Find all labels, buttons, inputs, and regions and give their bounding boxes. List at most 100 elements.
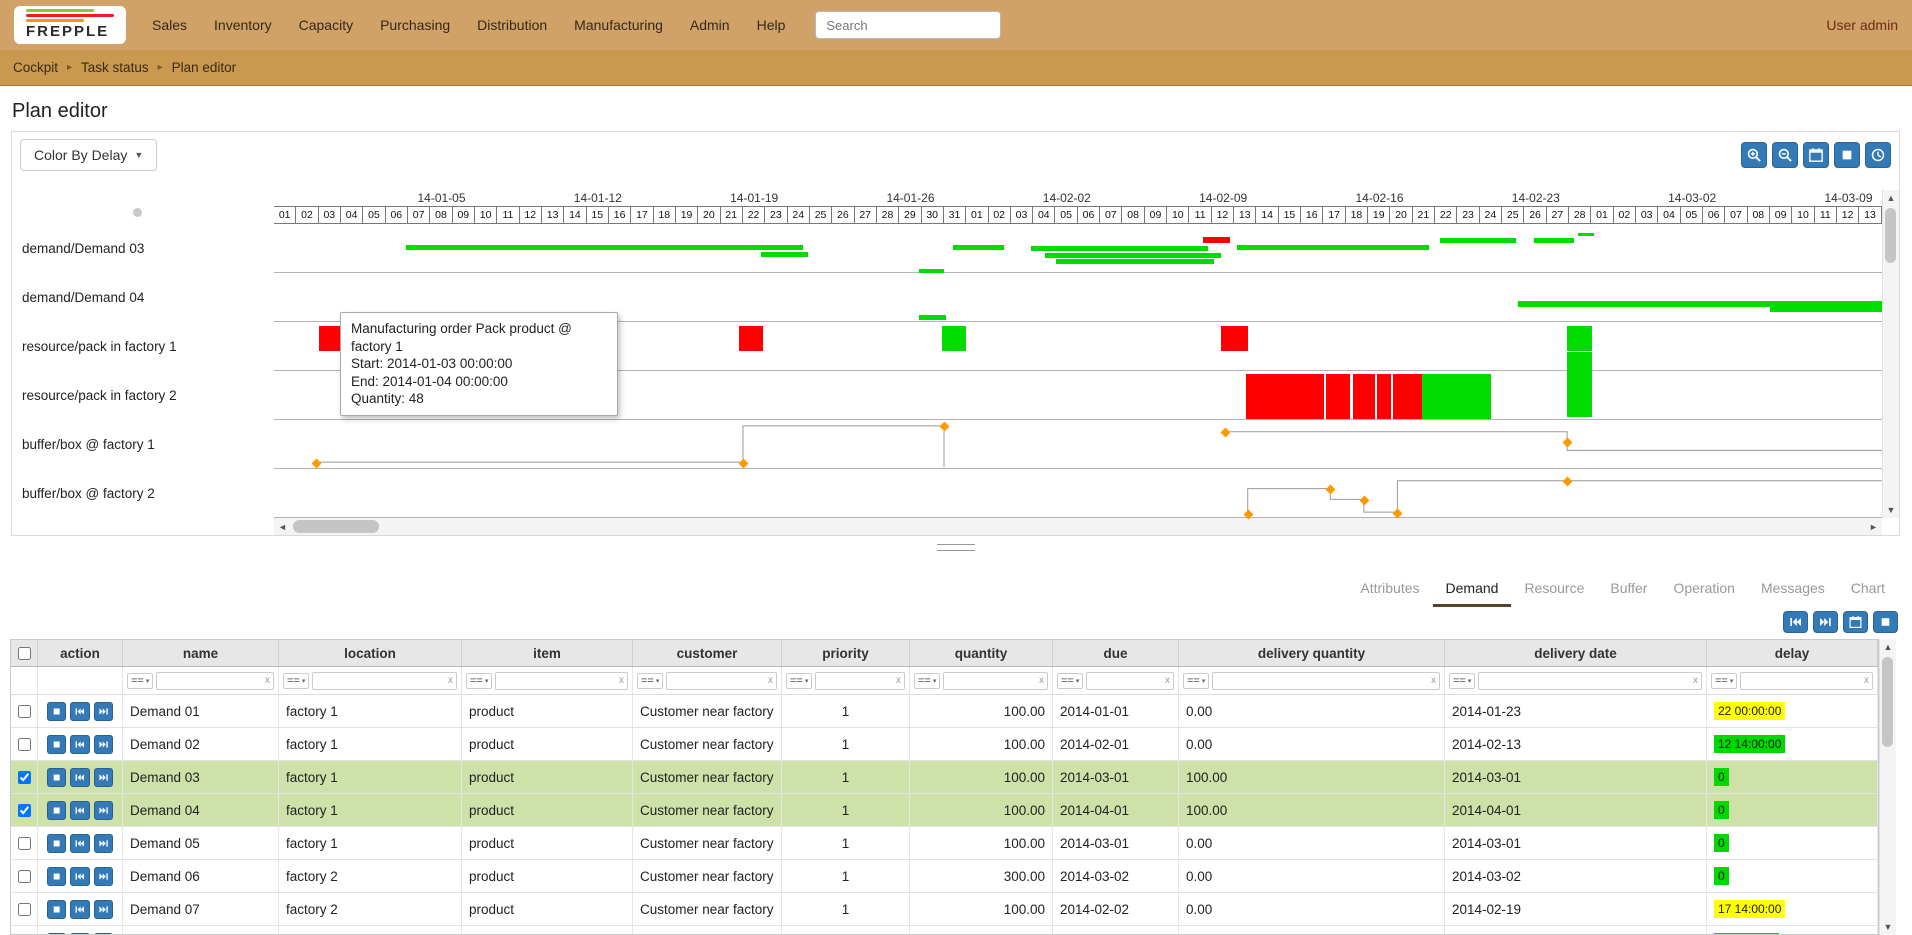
stop-button[interactable] (47, 768, 66, 787)
stop-button[interactable] (47, 801, 66, 820)
skip-to-start-button[interactable] (70, 834, 89, 853)
menu-item-purchasing[interactable]: Purchasing (380, 17, 450, 33)
stop-button[interactable] (1873, 611, 1898, 633)
table-row[interactable]: Demand 03factory 1productCustomer near f… (11, 761, 1878, 794)
filter-text-input[interactable] (1740, 672, 1873, 690)
tab-attributes[interactable]: Attributes (1347, 573, 1432, 607)
menu-item-capacity[interactable]: Capacity (299, 17, 353, 33)
filter-operator-dropdown[interactable]: ==▾ (127, 673, 153, 689)
menu-item-admin[interactable]: Admin (690, 17, 730, 33)
skip-to-start-button[interactable] (70, 735, 89, 754)
menu-item-help[interactable]: Help (757, 17, 786, 33)
filter-clear-icon[interactable]: x (1039, 674, 1044, 688)
color-by-dropdown[interactable]: Color By Delay ▼ (20, 139, 157, 171)
column-header-quantity[interactable]: quantity (910, 640, 1053, 666)
skip-to-end-button[interactable] (94, 768, 113, 787)
filter-clear-icon[interactable]: x (1431, 674, 1436, 688)
gantt-bar[interactable] (1567, 375, 1592, 417)
gantt-bar[interactable] (319, 326, 341, 351)
scrollbar-thumb[interactable] (293, 520, 379, 533)
scroll-down-icon[interactable]: ▼ (1887, 505, 1896, 515)
table-row[interactable]: Demand 06factory 2productCustomer near f… (11, 860, 1878, 893)
search-input[interactable] (815, 11, 1001, 39)
column-header-name[interactable]: name (123, 640, 279, 666)
filter-clear-icon[interactable]: x (1165, 674, 1170, 688)
filter-clear-icon[interactable]: x (448, 674, 453, 688)
gantt-bar[interactable] (406, 245, 804, 250)
menu-item-sales[interactable]: Sales (152, 17, 187, 33)
scroll-up-icon[interactable]: ▲ (1887, 193, 1896, 203)
tab-resource[interactable]: Resource (1511, 573, 1597, 607)
tab-buffer[interactable]: Buffer (1597, 573, 1660, 607)
column-header-delay[interactable]: delay (1707, 640, 1878, 666)
column-header-deliverydate[interactable]: delivery date (1445, 640, 1707, 666)
gantt-bar[interactable] (1045, 253, 1221, 258)
filter-operator-dropdown[interactable]: ==▾ (1057, 673, 1083, 689)
filter-operator-dropdown[interactable]: ==▾ (283, 673, 309, 689)
frepple-logo[interactable]: FREPPLE (14, 6, 126, 44)
menu-item-manufacturing[interactable]: Manufacturing (574, 17, 663, 33)
column-header-check[interactable] (11, 640, 38, 666)
filter-text-input[interactable] (495, 672, 628, 690)
gantt-bar[interactable] (953, 245, 1004, 250)
row-checkbox[interactable] (18, 804, 31, 817)
filter-operator-dropdown[interactable]: ==▾ (1183, 673, 1209, 689)
column-header-deliveryquantity[interactable]: delivery quantity (1179, 640, 1445, 666)
tab-demand[interactable]: Demand (1433, 573, 1512, 607)
filter-text-input[interactable] (312, 672, 457, 690)
stop-button[interactable] (47, 900, 66, 919)
filter-operator-dropdown[interactable]: ==▾ (466, 673, 492, 689)
filter-text-input[interactable] (156, 672, 274, 690)
gantt-bar[interactable] (1393, 374, 1422, 419)
filter-operator-dropdown[interactable]: ==▾ (914, 673, 940, 689)
tab-chart[interactable]: Chart (1838, 573, 1898, 607)
gantt-bar[interactable] (1246, 374, 1324, 419)
gantt-bar[interactable] (1770, 306, 1882, 312)
stop-button[interactable] (47, 867, 66, 886)
scroll-right-icon[interactable]: ► (1865, 522, 1882, 532)
table-row[interactable]: Demand 07factory 2productCustomer near f… (11, 893, 1878, 926)
skip-to-end-button[interactable] (94, 834, 113, 853)
filter-operator-dropdown[interactable]: ==▾ (1449, 673, 1475, 689)
gantt-bar[interactable] (1203, 237, 1230, 243)
skip-to-end-button[interactable] (94, 867, 113, 886)
gantt-bar[interactable] (1221, 326, 1248, 351)
filter-clear-icon[interactable]: x (619, 674, 624, 688)
column-header-action[interactable]: action (38, 640, 123, 666)
gantt-bar[interactable] (761, 252, 808, 257)
gantt-bar[interactable] (739, 326, 764, 351)
gantt-bar[interactable] (942, 326, 967, 351)
column-header-location[interactable]: location (279, 640, 462, 666)
row-checkbox[interactable] (18, 837, 31, 850)
scrollbar-thumb[interactable] (1882, 657, 1893, 747)
gantt-horizontal-scrollbar[interactable]: ◄ ► (274, 518, 1882, 535)
gantt-bar[interactable] (1567, 326, 1592, 351)
gantt-bar[interactable] (1377, 374, 1390, 419)
gantt-bar[interactable] (1031, 246, 1207, 251)
skip-to-start-button[interactable] (70, 867, 89, 886)
gantt-bar[interactable] (1056, 259, 1215, 264)
skip-to-start-button[interactable] (70, 900, 89, 919)
skip-to-end-button[interactable] (94, 702, 113, 721)
filter-text-input[interactable] (666, 672, 777, 690)
row-checkbox[interactable] (18, 771, 31, 784)
filter-operator-dropdown[interactable]: ==▾ (1711, 673, 1737, 689)
filter-clear-icon[interactable]: x (896, 674, 901, 688)
filter-operator-dropdown[interactable]: ==▾ (786, 673, 812, 689)
gantt-bar[interactable] (919, 315, 946, 320)
skip-to-end-button[interactable] (1813, 611, 1838, 633)
skip-to-end-button[interactable] (94, 900, 113, 919)
stop-button[interactable] (47, 834, 66, 853)
select-all-checkbox[interactable] (18, 647, 31, 660)
menu-item-distribution[interactable]: Distribution (477, 17, 547, 33)
gantt-bar[interactable] (1237, 245, 1429, 250)
stop-button[interactable] (47, 735, 66, 754)
calendar-button[interactable] (1843, 611, 1868, 633)
tab-operation[interactable]: Operation (1660, 573, 1747, 607)
clock-button[interactable] (1865, 142, 1891, 168)
menu-item-inventory[interactable]: Inventory (214, 17, 272, 33)
filter-text-input[interactable] (1086, 672, 1174, 690)
table-row[interactable]: Demand 04factory 1productCustomer near f… (11, 794, 1878, 827)
breadcrumb-item[interactable]: Cockpit (13, 60, 58, 75)
zoom-out-button[interactable] (1772, 142, 1798, 168)
